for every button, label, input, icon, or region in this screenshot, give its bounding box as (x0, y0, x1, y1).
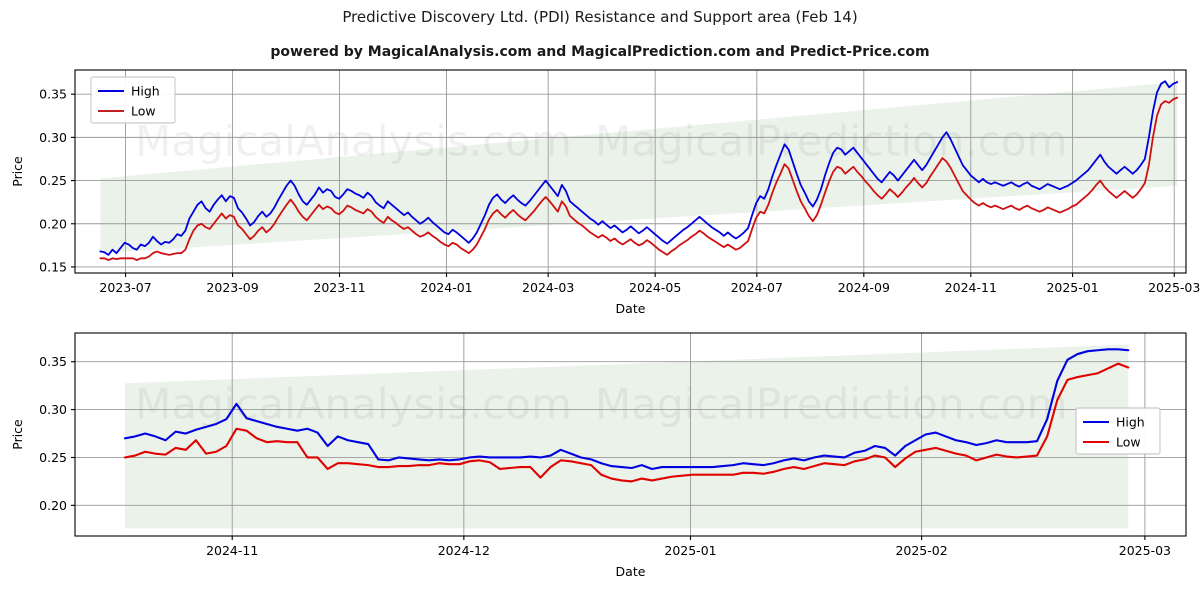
resistance-support-area (124, 344, 1129, 529)
y-tick-label: 0.25 (39, 450, 67, 465)
y-tick-label: 0.20 (39, 216, 67, 231)
x-tick-label: 2025-01 (664, 543, 716, 558)
x-axis-label: Date (616, 564, 646, 579)
y-tick-label: 0.30 (39, 402, 67, 417)
y-tick-label: 0.30 (39, 130, 67, 145)
x-tick-label: 2024-07 (731, 280, 783, 295)
y-tick-label: 0.35 (39, 354, 67, 369)
legend-item-high: High (1116, 415, 1145, 430)
legend: High Low (1075, 407, 1161, 455)
bottom-chart: MagicalAnalysis.com MagicalPrediction.com… (10, 332, 1187, 579)
y-tick-label: 0.25 (39, 173, 67, 188)
x-tick-label: 2023-07 (99, 280, 151, 295)
legend-item-low: Low (1116, 435, 1141, 450)
legend-item-low: Low (131, 104, 156, 119)
chart-page: Predictive Discovery Ltd. (PDI) Resistan… (0, 0, 1200, 600)
y-tick-label: 0.35 (39, 87, 67, 102)
x-tick-label: 2025-03 (1148, 280, 1200, 295)
x-tick-label: 2024-09 (838, 280, 890, 295)
x-axis-label: Date (616, 301, 646, 316)
y-tick-label: 0.20 (39, 498, 67, 513)
y-axis-label: Price (10, 419, 25, 450)
top-chart: MagicalAnalysis.com MagicalPrediction.com… (10, 69, 1200, 316)
x-tick-label: 2024-05 (629, 280, 681, 295)
x-tick-label: 2025-01 (1046, 280, 1098, 295)
x-tick-label: 2025-02 (895, 543, 947, 558)
x-tick-label: 2025-03 (1119, 543, 1171, 558)
x-tick-label: 2024-11 (206, 543, 258, 558)
charts-canvas: MagicalAnalysis.com MagicalPrediction.com… (10, 69, 1200, 579)
x-tick-label: 2024-01 (420, 280, 472, 295)
x-tick-label: 2023-09 (206, 280, 258, 295)
y-tick-label: 0.15 (39, 259, 67, 274)
x-tick-label: 2024-03 (522, 280, 574, 295)
x-tick-label: 2023-11 (313, 280, 365, 295)
y-axis-label: Price (10, 156, 25, 187)
legend: High Low (90, 76, 176, 124)
legend-item-high: High (131, 84, 160, 99)
x-tick-label: 2024-12 (438, 543, 490, 558)
x-tick-label: 2024-11 (945, 280, 997, 295)
